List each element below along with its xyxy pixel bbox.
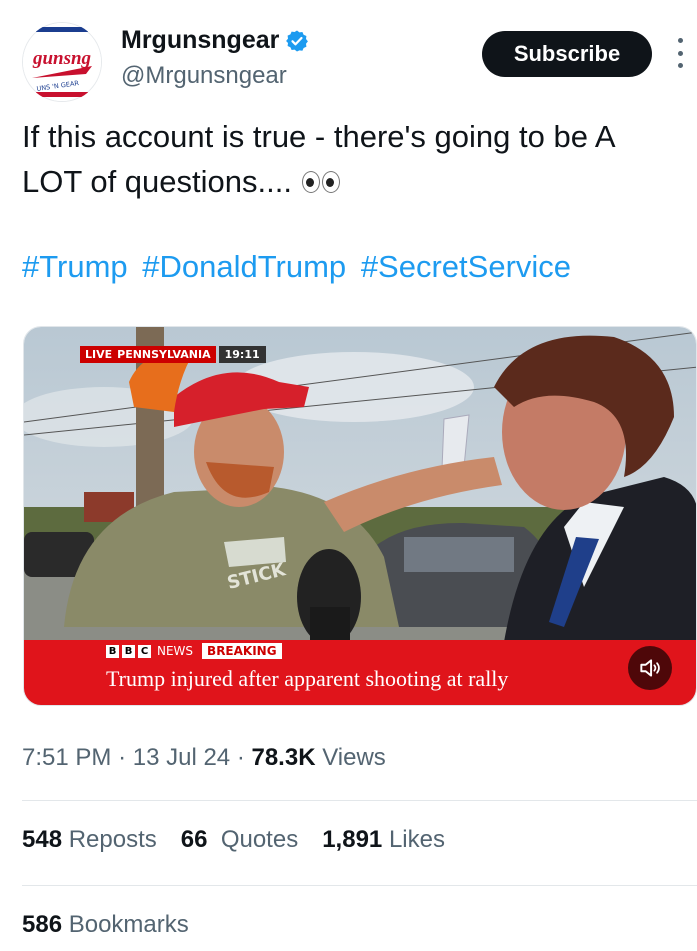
quotes-count: 66: [180, 826, 208, 853]
tweet-line-2-row: LOT of questions....: [22, 159, 697, 204]
hashtag-secretservice[interactable]: #SecretService: [361, 249, 571, 284]
bbc-letter: C: [138, 644, 151, 658]
live-label: LIVE: [80, 346, 118, 363]
breaking-badge: BREAKING: [202, 643, 282, 659]
tweet-line-2: LOT of questions....: [22, 164, 292, 199]
broadcast-time: 19:11: [218, 346, 266, 363]
mute-toggle-button[interactable]: [628, 646, 672, 690]
separator: ·: [118, 744, 127, 771]
bookmarks-stat[interactable]: 586 Bookmarks: [22, 911, 189, 939]
news-headline: Trump injured after apparent shooting at…: [106, 666, 509, 691]
avatar-logo: gunsng UNS 'N GEAR: [23, 23, 101, 101]
eyes-emoji-icon: [301, 170, 340, 193]
views-count: 78.3K: [251, 744, 316, 771]
hashtag-trump[interactable]: #Trump: [22, 249, 128, 284]
subscribe-button[interactable]: Subscribe: [482, 31, 652, 77]
svg-text:gunsng: gunsng: [32, 48, 91, 69]
bbc-news-logo: B B C NEWS BREAKING: [106, 643, 282, 659]
video-player[interactable]: STICK LIVE PENNSYLVANIA 19:11 B B C NEWS…: [23, 326, 697, 706]
live-badge: LIVE PENNSYLVANIA 19:11: [80, 346, 266, 363]
reposts-label: Reposts: [68, 826, 157, 853]
quotes-label: Quotes: [220, 826, 299, 853]
author-handle[interactable]: @Mrgunsngear: [121, 62, 287, 90]
eye: [301, 170, 320, 193]
bookmarks-count: 586: [22, 911, 63, 938]
hashtag-donaldtrump[interactable]: #DonaldTrump: [142, 249, 346, 284]
more-options-icon[interactable]: [674, 38, 686, 68]
views-label: Views: [322, 744, 386, 771]
tweet-line-1: If this account is true - there's going …: [22, 119, 616, 154]
eye: [321, 170, 340, 193]
engagement-stats: 548 Reposts 66 Quotes 1,891 Likes: [22, 826, 469, 854]
likes-count: 1,891: [322, 826, 383, 853]
tweet-text: If this account is true - there's going …: [22, 114, 697, 204]
bookmarks-label: Bookmarks: [68, 911, 189, 938]
dot: [677, 63, 683, 68]
bbc-letter: B: [122, 644, 135, 658]
hashtags: #Trump #DonaldTrump #SecretService: [22, 249, 577, 285]
quotes-stat[interactable]: 66 Quotes: [181, 826, 298, 854]
dot: [677, 50, 683, 56]
bbc-letter: B: [106, 644, 119, 658]
post-timestamp: 7:51 PM · 13 Jul 24 · 78.3K Views: [22, 744, 386, 772]
reposts-count: 548: [22, 826, 63, 853]
author-name-row[interactable]: Mrgunsngear: [121, 26, 309, 55]
speaker-mute-icon: [640, 659, 660, 677]
post-time[interactable]: 7:51 PM: [22, 744, 111, 771]
divider: [22, 800, 697, 801]
news-label: NEWS: [157, 644, 194, 658]
dot: [677, 38, 683, 43]
author-display-name[interactable]: Mrgunsngear: [121, 26, 279, 55]
divider: [22, 885, 697, 886]
verified-badge-icon: [286, 30, 309, 51]
separator: ·: [236, 744, 245, 771]
location-label: PENNSYLVANIA: [117, 346, 216, 363]
reposts-stat[interactable]: 548 Reposts: [22, 826, 157, 854]
avatar[interactable]: gunsng UNS 'N GEAR: [22, 22, 102, 102]
likes-stat[interactable]: 1,891 Likes: [322, 826, 445, 854]
post-date[interactable]: 13 Jul 24: [133, 744, 230, 771]
likes-label: Likes: [388, 826, 445, 853]
